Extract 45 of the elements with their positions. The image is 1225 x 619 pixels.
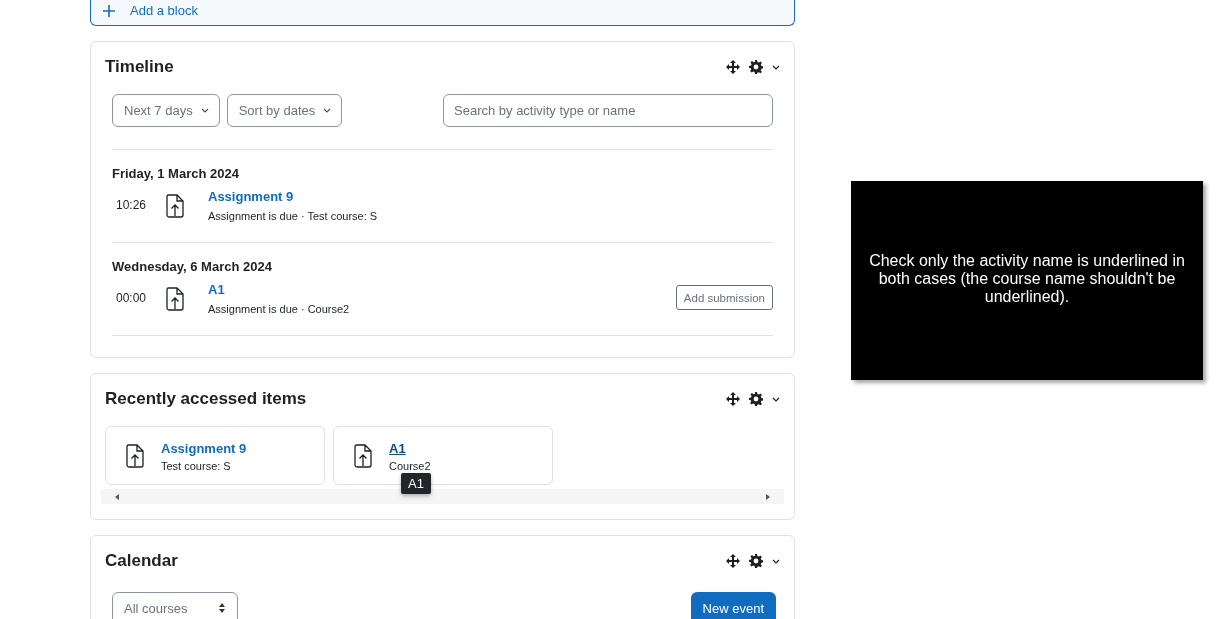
settings-icon[interactable] bbox=[749, 60, 763, 74]
chevron-down-icon[interactable] bbox=[772, 64, 780, 70]
filter-dropdown[interactable]: Next 7 days bbox=[112, 94, 220, 127]
horizontal-scrollbar[interactable] bbox=[101, 489, 784, 504]
filter-dropdown[interactable]: Sort by dates bbox=[226, 94, 343, 127]
recent-item-card[interactable]: Assignment 9 Test course: S bbox=[105, 426, 325, 485]
file-upload-icon bbox=[354, 443, 372, 468]
move-icon[interactable] bbox=[726, 60, 740, 74]
settings-icon[interactable] bbox=[749, 392, 763, 406]
course-name: Test course: S bbox=[161, 460, 232, 472]
scroll-right-icon[interactable] bbox=[766, 493, 770, 500]
activity-link[interactable]: A1 bbox=[208, 282, 225, 297]
sort-arrows-icon bbox=[218, 602, 226, 614]
settings-icon[interactable] bbox=[749, 554, 763, 568]
add-submission-button[interactable]: Add submission bbox=[675, 285, 773, 310]
event-details: Assignment is due · Test course: S bbox=[208, 210, 379, 222]
search-field[interactable]: Search by activity type or name bbox=[443, 94, 773, 127]
block-title: Recently accessed items bbox=[105, 389, 307, 409]
instruction-note: Check only the activity name is underlined in both cases (the course name shouldn't be underlined). bbox=[851, 181, 1203, 380]
block-title: Timeline bbox=[105, 57, 174, 77]
activity-link[interactable]: A1 bbox=[389, 441, 406, 456]
activity-link[interactable]: Assignment 9 bbox=[161, 441, 247, 456]
move-icon[interactable] bbox=[726, 554, 740, 568]
move-icon[interactable] bbox=[726, 392, 740, 406]
chevron-down-icon[interactable] bbox=[772, 558, 780, 564]
file-upload-icon bbox=[166, 286, 184, 311]
file-upload-icon bbox=[166, 193, 184, 218]
course-name: Course2 bbox=[389, 460, 431, 472]
new-event-button[interactable]: New event bbox=[690, 592, 776, 619]
event-time: 10:26 bbox=[115, 197, 148, 212]
event-time: 00:00 bbox=[115, 290, 148, 305]
date-heading: Wednesday, 6 March 2024 bbox=[112, 259, 273, 274]
block-title: Calendar bbox=[105, 551, 178, 571]
tooltip: A1 bbox=[401, 473, 431, 494]
course-select[interactable]: All courses bbox=[112, 592, 238, 619]
chevron-down-icon bbox=[323, 108, 332, 113]
chevron-down-icon bbox=[200, 108, 209, 113]
file-upload-icon bbox=[126, 443, 144, 468]
date-heading: Friday, 1 March 2024 bbox=[112, 166, 240, 181]
add-block-button[interactable]: Add a block bbox=[90, 0, 795, 26]
activity-link[interactable]: Assignment 9 bbox=[208, 189, 294, 204]
plus-icon bbox=[103, 4, 115, 17]
scroll-left-icon[interactable] bbox=[115, 493, 119, 500]
chevron-down-icon[interactable] bbox=[772, 396, 780, 402]
event-details: Assignment is due · Course2 bbox=[208, 303, 351, 315]
